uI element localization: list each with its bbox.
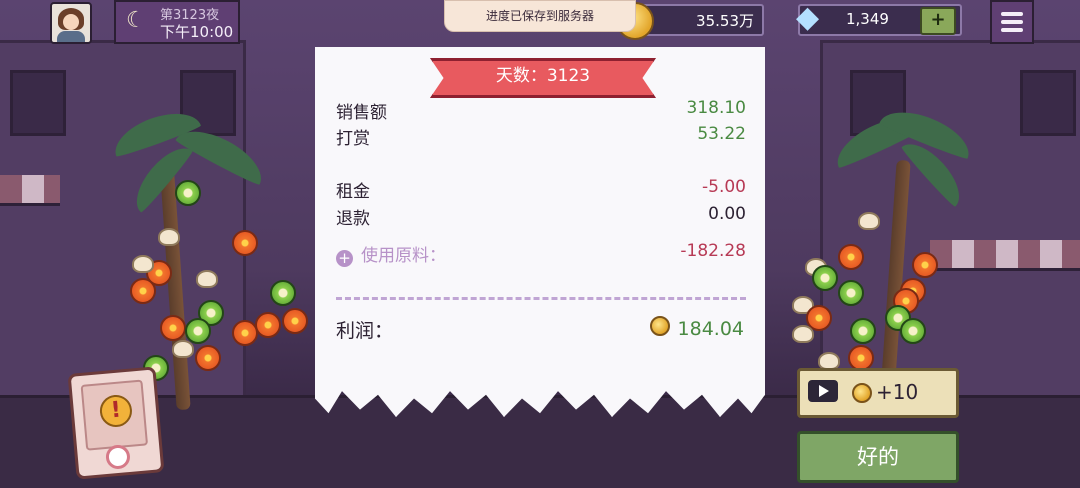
window xyxy=(1020,70,1076,136)
money-value: 35.53万 xyxy=(696,12,754,30)
materials-value: -182.28 xyxy=(680,241,746,261)
garlic-clove xyxy=(858,212,880,230)
rent-label: 租金 xyxy=(336,182,370,202)
garlic-clove xyxy=(196,270,218,288)
tips-label: 打赏 xyxy=(336,129,370,149)
plus-circle-icon[interactable]: + xyxy=(336,250,353,267)
hamburger-menu-icon xyxy=(1001,20,1023,24)
exclamation-icon: ! xyxy=(98,393,134,429)
sales-row: 销售额 318.10 xyxy=(336,98,746,123)
menu-button[interactable] xyxy=(990,0,1034,44)
moon-icon: ☾ xyxy=(126,8,146,33)
dashed-divider xyxy=(336,297,746,300)
sales-label: 销售额 xyxy=(336,103,387,123)
profit-value: 184.04 xyxy=(677,318,744,340)
coin-icon xyxy=(852,383,872,403)
garlic-clove xyxy=(172,340,194,358)
garlic-clove xyxy=(158,228,180,246)
awning xyxy=(930,240,1080,271)
refund-value: 0.00 xyxy=(708,204,746,224)
tomato-slice xyxy=(160,315,186,341)
coin-icon xyxy=(649,316,670,336)
materials-label: 使用原料： xyxy=(361,246,446,266)
materials-row[interactable]: + 使用原料： -182.28 xyxy=(336,241,746,267)
player-avatar[interactable] xyxy=(50,2,92,44)
garlic-clove xyxy=(792,325,814,343)
avatar-face xyxy=(63,14,79,30)
watch-ad-reward-button[interactable]: +10 xyxy=(797,368,959,418)
tomato-slice xyxy=(838,244,864,270)
tomato-slice xyxy=(255,312,281,338)
garlic-clove xyxy=(132,255,154,273)
rent-row: 租金 -5.00 xyxy=(336,177,746,202)
tomato-slice xyxy=(130,278,156,304)
time-label: 下午10:00 xyxy=(160,23,234,41)
pepper-slice xyxy=(270,280,296,306)
alert-card[interactable]: ! xyxy=(67,366,165,480)
refund-label: 退款 xyxy=(336,209,370,229)
profit-row-value: 184.04 xyxy=(649,316,744,340)
tomato-slice xyxy=(195,345,221,371)
pepper-slice xyxy=(812,265,838,291)
tips-row: 打赏 53.22 xyxy=(336,124,746,149)
tips-value: 53.22 xyxy=(697,124,746,144)
rent-value: -5.00 xyxy=(702,177,746,197)
pepper-slice xyxy=(175,180,201,206)
awning xyxy=(0,175,60,206)
pepper-slice xyxy=(900,318,926,344)
ok-button[interactable]: 好的 xyxy=(797,431,959,483)
alert-card-panel: ! xyxy=(80,379,149,451)
notification-dot-icon xyxy=(104,443,131,470)
tomato-slice xyxy=(912,252,938,278)
tomato-slice xyxy=(232,230,258,256)
profit-label: 利润： xyxy=(336,320,394,342)
window xyxy=(10,70,66,136)
hamburger-menu-icon xyxy=(1001,28,1023,32)
pepper-slice xyxy=(850,318,876,344)
video-play-icon xyxy=(808,380,838,402)
day-banner: 天数：3123 xyxy=(495,66,591,86)
diamond-icon: ◆ xyxy=(796,0,820,35)
pepper-slice xyxy=(185,318,211,344)
gem-value: 1,349 xyxy=(846,10,889,28)
hamburger-menu-icon xyxy=(1001,12,1023,16)
refund-row: 退款 0.00 xyxy=(336,204,746,229)
save-toast: 进度已保存到服务器 xyxy=(444,0,636,32)
avatar-body xyxy=(57,31,85,42)
sales-value: 318.10 xyxy=(686,98,746,118)
materials-expand[interactable]: + 使用原料： xyxy=(336,241,446,267)
add-gems-button[interactable]: + xyxy=(920,7,956,35)
ad-reward-value: +10 xyxy=(876,380,919,404)
pepper-slice xyxy=(838,280,864,306)
day-time-panel: ☾ 第3123夜 下午10:00 xyxy=(114,0,240,44)
tomato-slice xyxy=(282,308,308,334)
